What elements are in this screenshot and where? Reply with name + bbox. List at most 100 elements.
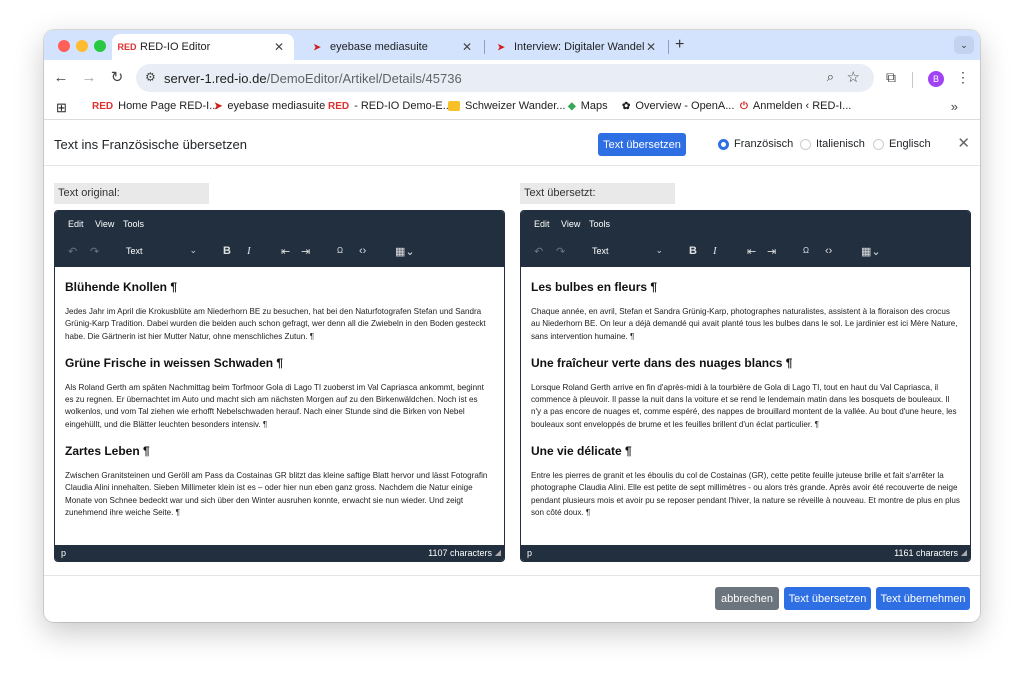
format-select[interactable]: Text ⌄ <box>587 242 667 260</box>
special-chars-icon[interactable]: Ω <box>337 246 343 255</box>
language-option-italian[interactable]: Italienisch <box>800 138 865 150</box>
element-path[interactable]: p <box>61 548 66 558</box>
maps-icon: ◆ <box>568 100 576 112</box>
italic-icon[interactable]: I <box>247 245 251 257</box>
red-io-logo-icon: RED <box>92 100 114 112</box>
radio-english[interactable] <box>873 138 884 150</box>
undo-icon[interactable]: ↶ <box>534 245 543 258</box>
profile-avatar[interactable]: B <box>928 71 944 87</box>
source-code-icon[interactable]: ‹› <box>359 245 366 257</box>
menu-tools[interactable]: Tools <box>589 219 610 229</box>
editor-statusbar: p 1107 characters ◢ <box>55 545 504 561</box>
apply-translation-button[interactable]: Text übernehmen <box>876 587 970 610</box>
openai-icon: ✿ <box>622 100 631 112</box>
minimize-window-button[interactable] <box>76 40 88 52</box>
redo-icon[interactable]: ↷ <box>90 245 99 258</box>
paragraph-text: Lorsque Roland Gerth arrive en fin d'apr… <box>531 382 957 429</box>
address-bar[interactable]: ⚙ server-1.red-io.de/DemoEditor/Artikel/… <box>136 64 874 92</box>
redo-icon[interactable]: ↷ <box>556 245 565 258</box>
original-editor-content[interactable]: Blühende Knollen ¶ Jedes Jahr im April d… <box>55 267 504 547</box>
close-tab-icon[interactable]: ✕ <box>644 40 658 54</box>
bookmark-home-page[interactable]: RED Home Page RED-I... <box>92 100 218 112</box>
chevron-down-icon: ⌄ <box>655 245 663 255</box>
bookmark-anmelden[interactable]: ⏻ Anmelden ‹ RED-I... <box>740 100 851 112</box>
apps-grid-icon[interactable]: ⊞ <box>56 100 67 116</box>
bookmark-openai-overview[interactable]: ✿ Overview - OpenA... <box>622 100 734 112</box>
menu-edit[interactable]: Edit <box>534 219 550 229</box>
tab-search-chevron-icon[interactable]: ⌄ <box>954 36 974 54</box>
outdent-icon[interactable]: ⇤ <box>747 245 756 258</box>
radio-label: Englisch <box>889 138 931 150</box>
format-select-value: Text <box>126 246 143 256</box>
menu-view[interactable]: View <box>95 219 114 229</box>
bookmark-red-io-demo[interactable]: RED - RED-IO Demo-E... <box>328 100 452 112</box>
site-settings-icon[interactable]: ⚙ <box>145 70 156 84</box>
indent-icon[interactable]: ⇥ <box>301 245 310 258</box>
modal-title: Text ins Französische übersetzen <box>54 137 247 152</box>
paragraph-heading: Blühende Knollen ¶ <box>65 280 178 294</box>
tab-title: RED-IO Editor <box>140 41 211 53</box>
editor-menubar: Edit View Tools <box>55 211 504 237</box>
bookmark-label: Home Page RED-I... <box>118 100 219 112</box>
language-option-french[interactable]: Französisch <box>718 138 793 150</box>
character-count: 1161 characters <box>894 548 958 558</box>
indent-icon[interactable]: ⇥ <box>767 245 776 258</box>
toolbar-divider <box>912 72 913 88</box>
more-bookmarks-icon[interactable]: » <box>951 99 958 114</box>
paragraph-text: Jedes Jahr im April die Krokusblüte am N… <box>65 307 486 341</box>
translated-editor-content[interactable]: Les bulbes en fleurs ¶ Chaque année, en … <box>521 267 970 547</box>
undo-icon[interactable]: ↶ <box>68 245 77 258</box>
menu-view[interactable]: View <box>561 219 580 229</box>
resize-grip-icon[interactable]: ◢ <box>495 548 501 557</box>
bold-icon[interactable]: B <box>223 245 231 257</box>
eyebase-logo-icon: ➤ <box>313 41 321 52</box>
paragraph-text: Entre les pierres de granit et les éboul… <box>531 471 960 517</box>
bookmark-eyebase[interactable]: ➤ eyebase mediasuite <box>214 100 325 112</box>
bookmark-label: Overview - OpenA... <box>635 100 735 112</box>
tab-eyebase-mediasuite[interactable]: ➤ eyebase mediasuite ✕ <box>302 34 482 60</box>
character-count: 1107 characters <box>428 548 492 558</box>
bookmark-label: Maps <box>580 100 608 112</box>
tab-separator <box>668 40 669 54</box>
format-select[interactable]: Text ⌄ <box>121 242 201 260</box>
cancel-button[interactable]: abbrechen <box>715 587 779 610</box>
new-tab-icon[interactable]: + <box>675 36 684 54</box>
bookmark-maps[interactable]: ◆ Maps <box>568 100 608 112</box>
bookmark-schweizer-wander[interactable]: Schweizer Wander... <box>448 100 565 112</box>
resize-grip-icon[interactable]: ◢ <box>961 548 967 557</box>
outdent-icon[interactable]: ⇤ <box>281 245 290 258</box>
menu-tools[interactable]: Tools <box>123 219 144 229</box>
back-arrow-icon[interactable]: ← <box>52 69 70 87</box>
reload-icon[interactable]: ↻ <box>108 69 126 87</box>
menu-edit[interactable]: Edit <box>68 219 84 229</box>
radio-french[interactable] <box>718 138 729 150</box>
close-tab-icon[interactable]: ✕ <box>272 40 286 54</box>
element-path[interactable]: p <box>527 548 532 558</box>
bold-icon[interactable]: B <box>689 245 697 257</box>
zoom-icon[interactable]: ⌕ <box>827 69 834 85</box>
tab-interview[interactable]: ➤ Interview: Digitaler Wandel im ✕ <box>486 34 666 60</box>
bookmark-star-icon[interactable]: ☆ <box>847 68 860 86</box>
menu-dots-icon[interactable]: ⋮ <box>956 69 970 86</box>
paragraph-text: Zwischen Granitsteinen und Geröll am Pas… <box>65 471 488 517</box>
translate-button-footer[interactable]: Text übersetzen <box>784 587 871 610</box>
red-io-logo-icon: RED <box>117 42 137 52</box>
close-tab-icon[interactable]: ✕ <box>460 40 474 54</box>
table-icon[interactable]: ▦⌄ <box>395 245 415 258</box>
close-window-button[interactable] <box>58 40 70 52</box>
close-icon[interactable]: ✕ <box>957 134 970 152</box>
special-chars-icon[interactable]: Ω <box>803 246 809 255</box>
source-code-icon[interactable]: ‹› <box>825 245 832 257</box>
forward-arrow-icon[interactable]: → <box>80 69 98 87</box>
browser-window: RED RED-IO Editor ✕ ➤ eyebase mediasuite… <box>44 30 980 622</box>
italic-icon[interactable]: I <box>713 245 717 257</box>
maximize-window-button[interactable] <box>94 40 106 52</box>
radio-italian[interactable] <box>800 138 811 150</box>
language-option-english[interactable]: Englisch <box>873 138 931 150</box>
extensions-icon[interactable]: ⧉ <box>886 69 896 86</box>
tab-red-io-editor[interactable]: RED RED-IO Editor ✕ <box>112 34 294 60</box>
paragraph-text: Als Roland Gerth am späten Nachmittag be… <box>65 382 484 429</box>
paragraph-heading: Les bulbes en fleurs ¶ <box>531 280 658 294</box>
table-icon[interactable]: ▦⌄ <box>861 245 881 258</box>
translate-button-header[interactable]: Text übersetzen <box>598 133 686 156</box>
